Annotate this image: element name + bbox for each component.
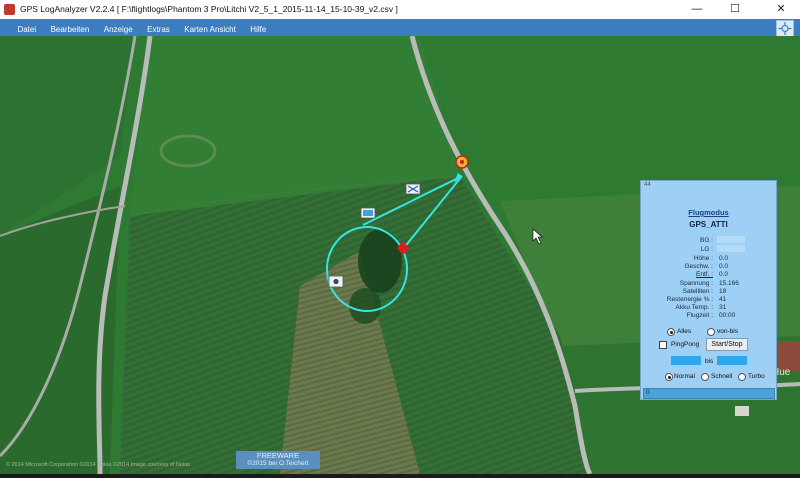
radio-turbo[interactable]	[738, 373, 746, 381]
range-from-field[interactable]	[671, 356, 701, 365]
freeware-badge: FREEWARE ©2015 bei O.Teichert	[236, 451, 320, 469]
label-satelliten: Satelliten :	[682, 288, 713, 295]
freeware-label: FREEWARE	[256, 451, 300, 460]
value-hoehe: 0.0	[719, 255, 729, 262]
value-entf: 0.0	[719, 271, 729, 278]
map-tool-icon[interactable]	[776, 20, 794, 37]
window-title: GPS LogAnalyzer V2.2.4 [ F:\flightlogs\P…	[20, 4, 398, 14]
camera-marker-icon[interactable]	[328, 275, 344, 288]
radio-schnell-label: Schnell	[711, 373, 733, 380]
flight-data-panel: 44 Flugmodus GPS_ATTI BG : LG : Höhe : 0…	[640, 180, 777, 400]
value-akku-temp: 31	[719, 304, 727, 311]
radio-von-bis[interactable]	[707, 328, 715, 336]
range-to-field[interactable]	[717, 356, 747, 365]
panel-corner-value: 44	[644, 182, 651, 188]
label-akku-temp: Akku Temp. :	[675, 304, 713, 311]
panel-title: Flugmodus	[688, 208, 729, 217]
bg-value-box	[717, 236, 745, 243]
value-satelliten: 18	[719, 288, 727, 295]
radio-alles-label: Alles	[677, 328, 692, 335]
label-flugzeit: Flugzeit :	[686, 312, 713, 319]
app-icon	[4, 4, 15, 15]
value-spannung: 15.166	[719, 280, 739, 287]
close-button[interactable]: ✕	[766, 0, 796, 19]
label-lg: LG :	[700, 246, 713, 253]
lg-value-box	[717, 245, 745, 252]
timeline-value: 0	[646, 389, 650, 396]
radio-schnell[interactable]	[701, 373, 709, 381]
freeware-copyright: ©2015 bei O.Teichert	[247, 460, 309, 467]
label-entf[interactable]: Entf. :	[653, 271, 713, 278]
minimize-button[interactable]: —	[682, 0, 712, 19]
label-geschw: Geschw. :	[684, 263, 713, 270]
radio-turbo-label: Turbo	[748, 373, 765, 380]
maximize-button[interactable]: ☐	[720, 0, 750, 19]
label-spannung: Spannung :	[679, 280, 713, 287]
range-bis-label: bis	[705, 358, 714, 365]
radio-von-bis-label: von-bis	[717, 328, 738, 335]
pingpong-label: PingPong	[671, 341, 700, 348]
value-restenergie: 41	[719, 296, 727, 303]
label-hoehe: Höhe :	[693, 255, 713, 262]
home-marker-icon[interactable]	[455, 155, 469, 169]
value-flugzeit: 00:00	[719, 312, 736, 319]
house-small	[735, 406, 749, 416]
photo-marker-icon[interactable]	[360, 207, 376, 219]
timeline-slider[interactable]: 0	[643, 388, 775, 399]
radio-alles[interactable]	[667, 328, 675, 336]
menu-bar: Datei Bearbeiten Anzeige Extras Karten A…	[0, 19, 800, 37]
label-restenergie: Restenergie % :	[666, 296, 713, 303]
value-geschw: 0.0	[719, 263, 729, 270]
drone-marker-icon[interactable]	[405, 183, 421, 195]
pingpong-checkbox[interactable]	[659, 341, 667, 349]
app-window: GPS LogAnalyzer V2.2.4 [ F:\flightlogs\P…	[0, 0, 800, 474]
tree-shadow	[349, 288, 381, 324]
map-copyright: © 2014 Microsoft Corporation ©2014 Nokia…	[6, 462, 190, 468]
label-bg: BG :	[699, 237, 713, 244]
title-bar: GPS LogAnalyzer V2.2.4 [ F:\flightlogs\P…	[0, 0, 800, 19]
start-stop-button[interactable]: Start/Stop	[706, 338, 748, 351]
radio-normal[interactable]	[665, 373, 673, 381]
radio-normal-label: Normal	[674, 373, 695, 380]
flight-mode-value: GPS_ATTI	[689, 220, 728, 229]
